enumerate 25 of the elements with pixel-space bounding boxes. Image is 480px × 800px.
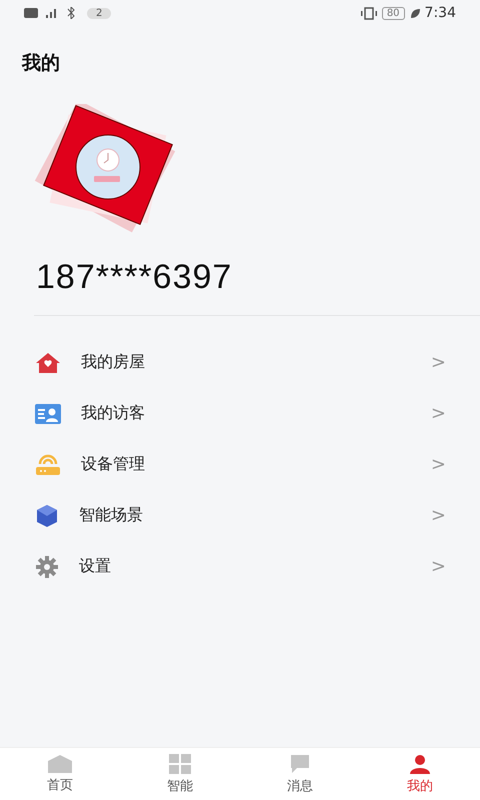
house-icon: [35, 352, 61, 374]
cube-icon: [35, 504, 59, 528]
nav-tab[interactable]: 消息: [240, 748, 360, 800]
home-icon: [48, 754, 72, 772]
menu-item[interactable]: 我的房屋 >: [0, 337, 480, 388]
menu-item[interactable]: 设置 >: [0, 541, 480, 592]
page-title: 我的: [20, 51, 61, 76]
battery-level: 80: [382, 6, 405, 20]
menu-item[interactable]: 智能场景 >: [0, 490, 480, 541]
phone-number: 187****6397: [35, 257, 234, 297]
router-icon: [35, 454, 61, 476]
nav-tab[interactable]: 我的: [360, 748, 480, 800]
vibrate-icon: [360, 6, 377, 20]
grid-icon: [169, 754, 191, 774]
clock-time: 7:34: [424, 5, 456, 21]
nav-tab[interactable]: 智能: [120, 748, 240, 800]
settings-icon: [35, 554, 59, 578]
contact-card-icon: [35, 404, 61, 424]
menu-item[interactable]: 设备管理 >: [0, 439, 480, 490]
menu-item[interactable]: 我的访客 >: [0, 388, 480, 439]
chat-icon: [289, 754, 311, 774]
leaf-icon: [410, 8, 420, 18]
person-icon: [410, 754, 430, 774]
nav-tab[interactable]: 首页: [0, 748, 120, 800]
notification-count: 2: [87, 8, 112, 18]
